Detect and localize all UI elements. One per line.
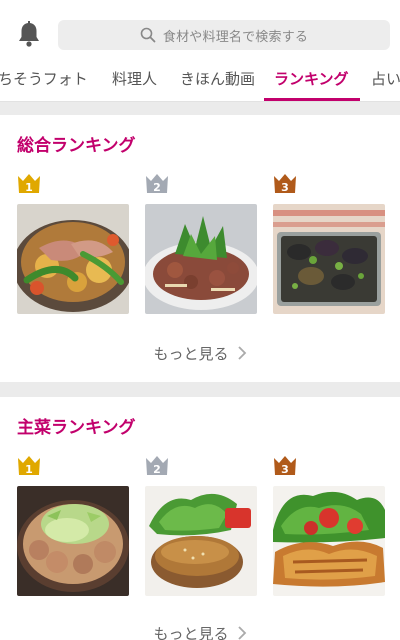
tab-photo[interactable]: ちそうフォト	[0, 62, 88, 101]
recipe-photo-teriyaki-chicken	[273, 486, 385, 596]
chevron-right-icon	[237, 626, 246, 640]
search-placeholder: 食材や料理名で検索する	[162, 29, 309, 45]
more-button[interactable]: もっと見る	[0, 343, 400, 364]
tab-basic-videos[interactable]: きほん動画	[180, 62, 255, 101]
more-button[interactable]: もっと見る	[0, 623, 400, 640]
more-label: もっと見る	[153, 345, 229, 363]
ranking-card-3[interactable]: 3	[273, 454, 385, 596]
category-tabs: ちそうフォト 料理人 きほん動画 ランキング 占い	[0, 62, 400, 102]
ranking-card-1[interactable]: 1	[17, 454, 129, 596]
recipe-photo-hamburg	[145, 486, 257, 596]
recipe-photo-eggplant	[273, 204, 385, 314]
more-label: もっと見る	[153, 625, 229, 640]
search-input[interactable]: 食材や料理名で検索する	[58, 20, 390, 50]
recipe-photo-nikujaga	[17, 204, 129, 314]
ranking-card-2[interactable]: 2	[145, 454, 257, 596]
gold-crown-icon: 1	[18, 456, 40, 476]
svg-text:3: 3	[281, 181, 289, 194]
ranking-card-3[interactable]: 3	[273, 172, 385, 314]
recipe-photo-cabbage-pork	[17, 486, 129, 596]
section-title: 主菜ランキング	[17, 418, 136, 438]
ranking-card-1[interactable]: 1	[17, 172, 129, 314]
tab-chefs[interactable]: 料理人	[112, 62, 157, 101]
chevron-right-icon	[237, 346, 246, 360]
silver-crown-icon: 2	[146, 456, 168, 476]
silver-crown-icon: 2	[146, 174, 168, 194]
main-dish-ranking-section: 主菜ランキング 1 2 3 もっと見る	[0, 397, 400, 640]
section-title: 総合ランキング	[17, 136, 136, 156]
active-tab-indicator	[264, 98, 360, 101]
ranking-card-2[interactable]: 2	[145, 172, 257, 314]
search-icon	[140, 27, 156, 43]
tab-ranking[interactable]: ランキング	[274, 62, 349, 101]
gold-crown-icon: 1	[18, 174, 40, 194]
bronze-crown-icon: 3	[274, 456, 296, 476]
svg-text:2: 2	[153, 463, 161, 476]
recipe-photo-octopus-salad	[145, 204, 257, 314]
tab-fortune[interactable]: 占い	[371, 62, 400, 101]
svg-text:2: 2	[153, 181, 161, 194]
svg-text:1: 1	[25, 181, 33, 194]
app-header: 食材や料理名で検索する	[0, 0, 400, 62]
overall-ranking-section: 総合ランキング 1 2 3 もっと見る	[0, 115, 400, 382]
svg-text:3: 3	[281, 463, 289, 476]
svg-text:1: 1	[25, 463, 33, 476]
bell-icon[interactable]	[16, 20, 42, 48]
bronze-crown-icon: 3	[274, 174, 296, 194]
